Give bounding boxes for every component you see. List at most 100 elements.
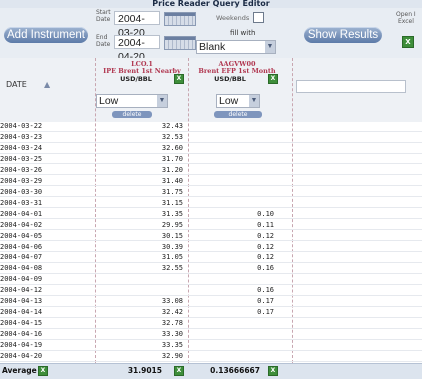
table-row: 2004-04-19 33.35 <box>0 341 422 351</box>
column-2-cell: 0.11 <box>257 220 274 229</box>
table-row: 2004-03-23 32.53 <box>0 133 422 143</box>
table-row: 2004-04-01 31.35 0.10 <box>0 210 422 220</box>
column-1-cell: 29.95 <box>161 220 183 229</box>
column-1-cell: 32.78 <box>161 319 183 328</box>
date-cell: 2004-04-01 <box>0 209 43 218</box>
column-1-cell: 31.35 <box>161 209 183 218</box>
column-2-delete-button[interactable]: delete <box>214 111 262 118</box>
date-cell: 2004-04-14 <box>0 308 43 317</box>
date-cell: 2004-04-16 <box>0 330 43 339</box>
column-1-unit: USD/BBL <box>120 75 152 83</box>
excel-icon[interactable]: X <box>38 366 48 376</box>
column-1-field-value: Low <box>99 95 119 107</box>
weekends-checkbox[interactable] <box>253 12 264 23</box>
column-2-cell: 0.12 <box>257 231 274 240</box>
date-column-header[interactable]: DATE <box>6 80 27 89</box>
date-cell: 2004-03-30 <box>0 187 43 196</box>
excel-icon[interactable]: X <box>268 74 278 84</box>
date-cell: 2004-04-08 <box>0 264 43 273</box>
column-1-cell: 33.08 <box>161 297 183 306</box>
column-1-cell: 31.75 <box>161 187 183 196</box>
date-cell: 2004-03-29 <box>0 176 43 185</box>
column-1-cell: 32.42 <box>161 308 183 317</box>
average-value-col2: 0.13666667 <box>210 366 260 375</box>
open-excel-label-bottom: Excel <box>398 18 414 25</box>
column-1-cell: 30.15 <box>161 231 183 240</box>
toolbar: Add Instrument Start Date 2004-03-20 End… <box>0 8 422 63</box>
table-row: 2004-04-07 31.05 0.12 <box>0 253 422 264</box>
column-2-field-select[interactable]: Low ▼ <box>216 94 260 108</box>
date-cell: 2004-04-19 <box>0 341 43 350</box>
column-1-cell: 33.30 <box>161 330 183 339</box>
add-column-input[interactable] <box>296 80 406 93</box>
date-cell: 2004-04-02 <box>0 220 43 229</box>
date-cell: 2004-04-13 <box>0 297 43 306</box>
date-cell: 2004-04-06 <box>0 242 43 251</box>
fill-with-label: fill with <box>230 29 256 37</box>
column-2-cell: 0.17 <box>257 297 274 306</box>
column-2-cell: 0.16 <box>257 264 274 273</box>
date-cell: 2004-03-22 <box>0 122 43 130</box>
table-row: 2004-04-06 30.39 0.12 <box>0 243 422 253</box>
column-2-cell: 0.10 <box>257 209 274 218</box>
excel-icon[interactable]: X <box>268 366 278 376</box>
column-1-cell: 32.55 <box>161 264 183 273</box>
table-row: 2004-03-24 32.60 <box>0 144 422 154</box>
table-row: 2004-04-16 33.30 <box>0 330 422 340</box>
column-2-field-value: Low <box>219 95 239 107</box>
column-1-cell: 31.05 <box>161 253 183 262</box>
column-1-cell: 30.39 <box>161 242 183 251</box>
column-2-cell: 0.17 <box>257 308 274 317</box>
start-date-label-bottom: Date <box>96 16 111 23</box>
date-cell: 2004-04-09 <box>0 275 43 284</box>
column-2-cell: 0.12 <box>257 253 274 262</box>
chevron-down-icon: ▼ <box>265 41 275 53</box>
calendar-icon[interactable] <box>164 12 196 26</box>
column-2-unit: USD/BBL <box>214 75 246 83</box>
chevron-down-icon: ▼ <box>157 95 167 107</box>
column-2-cell: 0.12 <box>257 242 274 251</box>
start-date-input[interactable]: 2004-03-20 <box>114 11 160 39</box>
grid-header: DATE ▲ LCO.1 IPE Brent 1st Nearby USD/BB… <box>0 58 422 122</box>
sort-asc-icon[interactable]: ▲ <box>44 80 50 89</box>
column-2-cell: 0.16 <box>257 286 274 295</box>
column-1-cell: 31.70 <box>161 154 183 163</box>
column-1-cell: 32.60 <box>161 143 183 152</box>
show-results-button[interactable]: Show Results <box>304 27 382 43</box>
date-cell: 2004-04-20 <box>0 352 43 361</box>
table-row: 2004-04-15 32.78 <box>0 319 422 329</box>
window-title: Price Reader Query Editor <box>0 0 422 8</box>
fill-with-select[interactable]: Blank ▼ <box>196 40 276 54</box>
excel-icon[interactable]: X <box>402 36 414 48</box>
date-cell: 2004-04-12 <box>0 286 43 295</box>
table-row: 2004-04-08 32.55 0.16 <box>0 264 422 274</box>
column-1-delete-button[interactable]: delete <box>112 111 152 118</box>
column-1-cell: 31.20 <box>161 165 183 174</box>
excel-icon[interactable]: X <box>174 366 184 376</box>
table-row: 2004-03-22 32.43 <box>0 122 422 132</box>
date-cell: 2004-04-15 <box>0 319 43 328</box>
table-row: 2004-04-13 33.08 0.17 <box>0 297 422 307</box>
end-date-input[interactable]: 2004-04-20 <box>114 35 160 63</box>
table-row: 2004-04-05 30.15 0.12 <box>0 232 422 242</box>
date-cell: 2004-03-31 <box>0 198 43 207</box>
average-value-col1: 31.9015 <box>127 366 162 375</box>
date-cell: 2004-03-26 <box>0 165 43 174</box>
calendar-icon[interactable] <box>164 36 196 50</box>
average-row: Average X 31.9015 X 0.13666667 X <box>0 363 422 379</box>
chevron-down-icon: ▼ <box>249 95 259 107</box>
average-label: Average <box>2 366 37 375</box>
date-cell: 2004-04-05 <box>0 231 43 240</box>
table-row: 2004-04-09 <box>0 275 422 285</box>
add-instrument-button[interactable]: Add Instrument <box>4 27 88 43</box>
date-cell: 2004-03-24 <box>0 143 43 152</box>
column-1-cell: 32.43 <box>161 122 183 130</box>
column-1-field-select[interactable]: Low ▼ <box>96 94 168 108</box>
table-row: 2004-03-29 31.40 <box>0 177 422 187</box>
column-1-cell: 32.90 <box>161 352 183 361</box>
column-1-cell: 32.53 <box>161 132 183 141</box>
table-row: 2004-03-25 31.70 <box>0 155 422 165</box>
table-row: 2004-04-20 32.90 <box>0 352 422 362</box>
table-row: 2004-04-02 29.95 0.11 <box>0 221 422 231</box>
excel-icon[interactable]: X <box>174 74 184 84</box>
